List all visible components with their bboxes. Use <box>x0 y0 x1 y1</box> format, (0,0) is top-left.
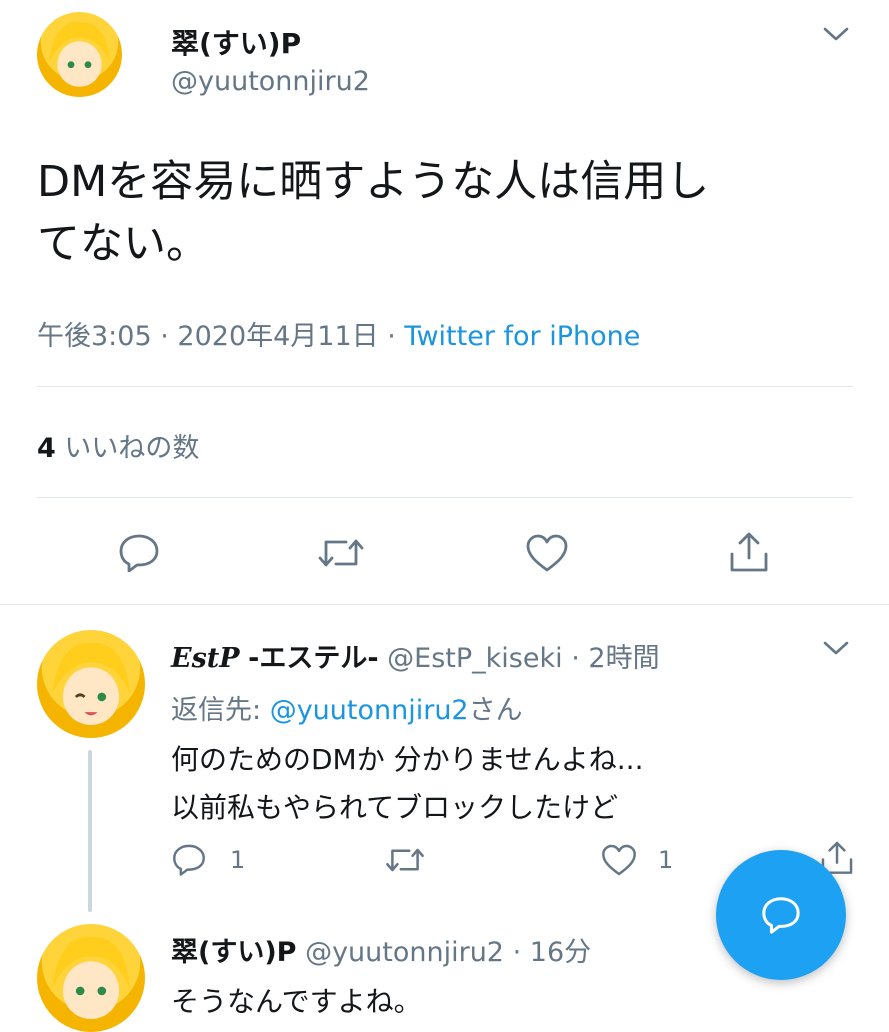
divider <box>0 604 889 605</box>
retweet-icon[interactable] <box>316 534 366 572</box>
reply-to-handle-link[interactable]: @yuutonnjiru2 <box>270 695 469 726</box>
reply-reply-icon[interactable] <box>171 842 207 876</box>
reply2-time: 16分 <box>529 937 592 968</box>
likes-label: いいねの数 <box>64 433 200 464</box>
chevron-down-icon[interactable] <box>822 638 850 658</box>
reply-like-count: 1 <box>658 846 674 874</box>
reply-to-suffix: さん <box>468 695 523 726</box>
author-avatar[interactable] <box>37 12 122 97</box>
author-display-name[interactable]: 翠(すい)P <box>171 22 301 62</box>
reply2-author-display-name[interactable]: 翠(すい)P <box>171 937 296 968</box>
divider <box>37 386 853 387</box>
reply-author-avatar[interactable] <box>37 630 145 738</box>
reply2-text-line-1: そうなんですよね。 <box>171 985 422 1018</box>
tweet-text-line-2: てない。 <box>37 219 209 269</box>
reply-text-line-1: 何のためのDMか 分かりませんよね... <box>171 743 644 776</box>
likes-stat[interactable]: 4 いいねの数 <box>37 426 199 465</box>
compose-reply-button[interactable] <box>716 850 846 980</box>
reply-author-handle[interactable]: @EstP_kiseki <box>387 643 562 674</box>
share-icon[interactable] <box>726 528 772 574</box>
chevron-down-icon[interactable] <box>822 24 850 44</box>
divider <box>37 497 853 498</box>
meta-separator: · <box>387 321 405 352</box>
likes-count: 4 <box>37 433 56 464</box>
tweet-text-line-1: DMを容易に晒すような人は信用し <box>37 157 710 207</box>
meta-separator: · <box>571 643 589 674</box>
reply-text-line-2: 以前私もやられてブロックしたけど <box>171 791 619 824</box>
like-icon[interactable] <box>524 532 570 574</box>
meta-separator: · <box>512 937 530 968</box>
reply-icon[interactable] <box>117 532 161 572</box>
reply-retweet-icon[interactable] <box>384 844 426 876</box>
meta-separator: · <box>160 321 178 352</box>
reply-like-icon[interactable] <box>600 842 638 878</box>
tweet-source-link[interactable]: Twitter for iPhone <box>404 321 640 352</box>
compose-icon <box>760 894 802 934</box>
thread-connector-line <box>88 750 92 912</box>
reply-author-display-name-suffix[interactable]: -エステル- <box>248 643 378 674</box>
tweet-time: 午後3:05 <box>37 321 152 352</box>
reply-time: 2時間 <box>588 643 660 674</box>
tweet-date: 2020年4月11日 <box>177 321 379 352</box>
reply2-author-avatar[interactable] <box>37 924 145 1032</box>
reply-reply-count: 1 <box>230 846 246 874</box>
reply2-author-handle[interactable]: @yuutonnjiru2 <box>305 937 504 968</box>
author-handle[interactable]: @yuutonnjiru2 <box>171 66 370 97</box>
reply-to-label: 返信先: <box>171 695 270 726</box>
reply-author-display-name[interactable]: EstP <box>171 643 240 674</box>
